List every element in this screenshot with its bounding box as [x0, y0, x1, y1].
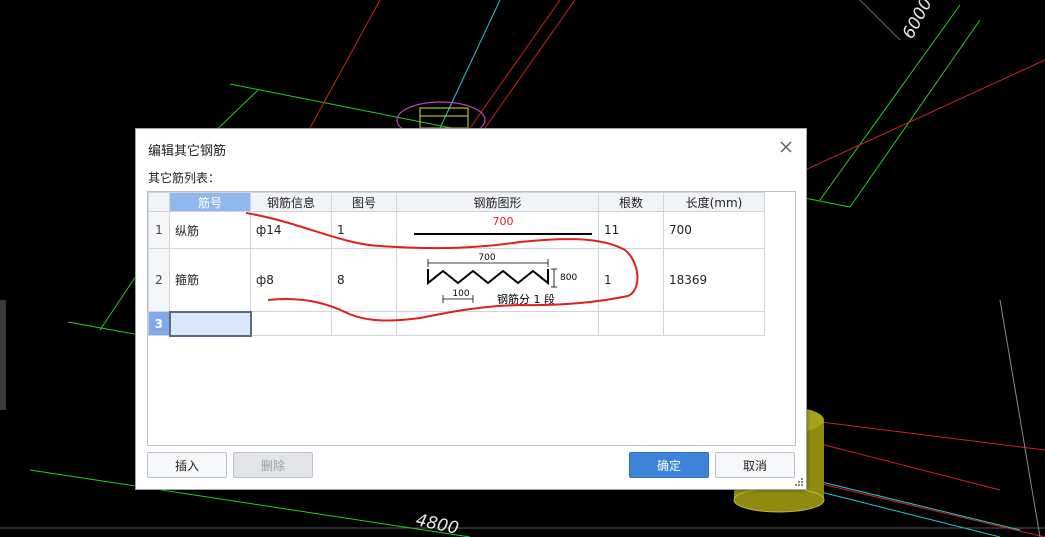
- close-icon: [780, 141, 792, 153]
- cell-count[interactable]: 11: [598, 211, 664, 249]
- shape-dimension: 700: [493, 215, 514, 228]
- cell-rebar-shape[interactable]: [396, 311, 599, 336]
- cell-length[interactable]: 700: [663, 211, 765, 249]
- rebar-list-label: 其它筋列表：: [148, 171, 221, 185]
- cell-figure-number[interactable]: [331, 311, 397, 336]
- cell-figure-number[interactable]: 1: [331, 211, 397, 249]
- cancel-button[interactable]: 取消: [715, 452, 795, 478]
- shape-dimension-top: 700: [478, 253, 495, 263]
- cell-bar-number[interactable]: 箍筋: [169, 248, 251, 312]
- delete-button[interactable]: 删除: [233, 452, 313, 478]
- row-number[interactable]: 2: [148, 248, 170, 312]
- grid-header: 筋号 钢筋信息 图号 钢筋图形 根数 长度(mm): [148, 192, 765, 212]
- corner-cell: [148, 192, 170, 212]
- edit-other-rebar-dialog: 编辑其它钢筋 其它筋列表： 筋号 钢筋信息 图号 钢筋图形 根数 长度(mm): [135, 128, 807, 490]
- row-number[interactable]: 1: [148, 211, 170, 249]
- col-header-length[interactable]: 长度(mm): [663, 192, 765, 212]
- shape-dimension-bottom: 100: [452, 289, 469, 299]
- cell-count[interactable]: [598, 311, 664, 336]
- table-row[interactable]: 1 纵筋 ф14 1 700 11 700: [148, 211, 765, 249]
- shape-dimension-right: 800: [560, 273, 577, 283]
- cell-count[interactable]: 1: [598, 248, 664, 312]
- cell-length[interactable]: 18369: [663, 248, 765, 312]
- col-header-figure-number[interactable]: 图号: [331, 192, 397, 212]
- ok-button[interactable]: 确定: [629, 452, 709, 478]
- cell-rebar-shape[interactable]: 700: [396, 211, 599, 249]
- stirrup-zigzag-shape: 700 800 100 钢筋分 1 段: [427, 253, 577, 306]
- cell-rebar-info[interactable]: ф14: [250, 211, 332, 249]
- col-header-rebar-shape[interactable]: 钢筋图形: [396, 192, 599, 212]
- straight-bar-shape: 700: [414, 215, 592, 235]
- cell-rebar-info[interactable]: ф8: [250, 248, 332, 312]
- cell-bar-number-active[interactable]: [168, 310, 252, 337]
- insert-button[interactable]: 插入: [147, 452, 227, 478]
- row-number[interactable]: 3: [148, 311, 170, 336]
- shape-segment-note: 钢筋分 1 段: [497, 292, 555, 306]
- cell-rebar-info[interactable]: [250, 311, 332, 336]
- cell-length[interactable]: [663, 311, 765, 336]
- cell-rebar-shape[interactable]: 700 800 100 钢筋分 1 段: [396, 248, 599, 312]
- rebar-grid[interactable]: 筋号 钢筋信息 图号 钢筋图形 根数 长度(mm) 1 纵筋 ф14 1 700: [147, 191, 796, 446]
- table-row[interactable]: 3: [148, 310, 765, 337]
- col-header-rebar-info[interactable]: 钢筋信息: [250, 192, 332, 212]
- cell-figure-number[interactable]: 8: [331, 248, 397, 312]
- cell-bar-number[interactable]: 纵筋: [169, 211, 251, 249]
- resize-grip-icon[interactable]: [794, 477, 804, 487]
- close-button[interactable]: [776, 137, 796, 157]
- col-header-bar-number[interactable]: 筋号: [169, 192, 251, 212]
- table-row[interactable]: 2 箍筋 ф8 8 700 800 100 钢筋分 1 段 1 18369: [148, 248, 765, 312]
- col-header-count[interactable]: 根数: [598, 192, 664, 212]
- dialog-title: 编辑其它钢筋: [148, 144, 227, 159]
